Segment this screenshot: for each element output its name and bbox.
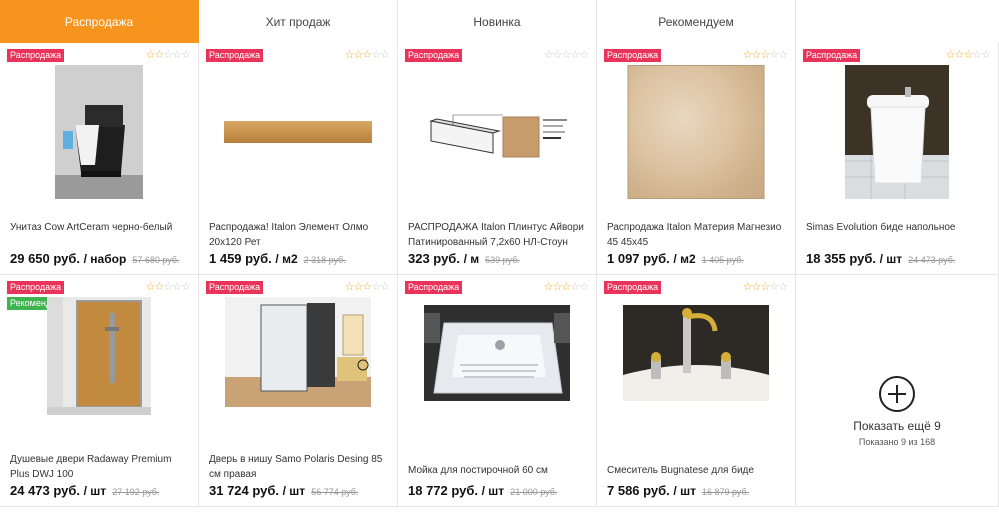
product-title[interactable]: Смеситель Bugnatese для биде bbox=[607, 463, 787, 478]
product-image[interactable] bbox=[623, 305, 769, 401]
product-grid: Распродажа ☆☆☆☆☆ Унитаз Cow ArtCeram чер… bbox=[0, 43, 999, 513]
product-card[interactable]: Распродажа ☆☆☆☆☆ Распродажа Italon Матер… bbox=[597, 43, 796, 275]
show-more-button[interactable]: Показать ещё 9 Показано 9 из 168 bbox=[796, 275, 999, 507]
product-title[interactable]: Распродажа! Italon Элемент Олмо 20х120 Р… bbox=[209, 220, 389, 250]
product-price: 24 473 руб. / шт 27 192 руб. bbox=[10, 483, 160, 498]
rating-stars: ☆☆☆☆☆ bbox=[145, 49, 191, 61]
old-price: 56 774 руб. bbox=[311, 487, 359, 497]
product-price: 323 руб. / м 539 руб. bbox=[408, 251, 520, 266]
old-price: 21 000 руб. bbox=[510, 487, 558, 497]
product-card[interactable]: Распродажа ☆☆☆☆☆ Унитаз Cow ArtCeram чер… bbox=[0, 43, 199, 275]
rating-stars: ☆☆☆☆☆ bbox=[945, 49, 991, 61]
rating-stars: ☆☆☆☆☆ bbox=[742, 49, 788, 61]
rating-stars: ☆☆☆☆☆ bbox=[543, 281, 589, 293]
tab-new[interactable]: Новинка bbox=[398, 0, 597, 43]
tab-bestseller[interactable]: Хит продаж bbox=[199, 0, 398, 43]
product-price: 18 772 руб. / шт 21 000 руб. bbox=[408, 483, 558, 498]
product-price: 31 724 руб. / шт 56 774 руб. bbox=[209, 483, 359, 498]
old-price: 1 405 руб. bbox=[701, 255, 744, 265]
sale-badge: Распродажа bbox=[405, 281, 463, 294]
show-more-label[interactable]: Показать ещё 9 bbox=[853, 419, 941, 433]
rating-stars: ☆☆☆☆☆ bbox=[344, 49, 390, 61]
product-price: 29 650 руб. / набор 57 680 руб. bbox=[10, 251, 180, 266]
product-price: 7 586 руб. / шт 16 879 руб. bbox=[607, 483, 750, 498]
product-card[interactable]: Распродажа ☆☆☆☆☆ Simas Evolution биде на… bbox=[796, 43, 999, 275]
product-price: 1 459 руб. / м2 2 318 руб. bbox=[209, 251, 346, 266]
product-image[interactable] bbox=[47, 297, 151, 415]
sale-badge: Распродажа bbox=[7, 281, 65, 294]
tab-sale[interactable]: Распродажа bbox=[0, 0, 199, 43]
old-price: 16 879 руб. bbox=[701, 487, 750, 497]
rating-stars: ☆☆☆☆☆ bbox=[742, 281, 788, 293]
shown-count: Показано 9 из 168 bbox=[858, 437, 936, 447]
product-image[interactable] bbox=[423, 111, 571, 163]
product-title[interactable]: Simas Evolution биде напольное bbox=[806, 220, 990, 235]
rating-stars: ☆☆☆☆☆ bbox=[543, 49, 589, 61]
plus-circle-icon[interactable] bbox=[879, 376, 915, 412]
product-image[interactable] bbox=[845, 65, 949, 199]
old-price: 57 680 руб. bbox=[132, 255, 180, 265]
product-title[interactable]: РАСПРОДАЖА Italon Плинтус Айвори Патинир… bbox=[408, 220, 588, 250]
product-card[interactable]: Распродажа Рекомендуем ☆☆☆☆☆ Душевые две… bbox=[0, 275, 199, 507]
rating-stars: ☆☆☆☆☆ bbox=[344, 281, 390, 293]
product-card[interactable]: Распродажа ☆☆☆☆☆ Распродажа! Italon Элем… bbox=[199, 43, 398, 275]
product-title[interactable]: Распродажа Italon Материя Магнезио 45 45… bbox=[607, 220, 787, 250]
old-price: 24 473 руб. bbox=[908, 255, 956, 265]
sale-badge: Распродажа bbox=[803, 49, 861, 62]
product-price: 18 355 руб. / шт 24 473 руб. bbox=[806, 251, 956, 266]
product-card[interactable]: Распродажа ☆☆☆☆☆ РАСПРОДАЖА Italon Плинт… bbox=[398, 43, 597, 275]
product-image[interactable] bbox=[424, 305, 570, 401]
sale-badge: Распродажа bbox=[7, 49, 65, 62]
sale-badge: Распродажа bbox=[206, 49, 264, 62]
rating-stars: ☆☆☆☆☆ bbox=[145, 281, 191, 293]
product-card[interactable]: Распродажа ☆☆☆☆☆ Дверь в нишу Samo Polar… bbox=[199, 275, 398, 507]
product-card[interactable]: Распродажа ☆☆☆☆☆ Смеситель Bugnatese для… bbox=[597, 275, 796, 507]
product-title[interactable]: Мойка для постирочной 60 см bbox=[408, 463, 588, 478]
product-image[interactable] bbox=[627, 65, 765, 199]
old-price: 539 руб. bbox=[485, 255, 520, 265]
tab-bar-spacer bbox=[796, 0, 999, 43]
product-card[interactable]: Распродажа ☆☆☆☆☆ Мойка для постирочной 6… bbox=[398, 275, 597, 507]
product-image[interactable] bbox=[55, 65, 143, 199]
sale-badge: Распродажа bbox=[206, 281, 264, 294]
old-price: 2 318 руб. bbox=[303, 255, 346, 265]
product-title[interactable]: Унитаз Cow ArtCeram черно-белый bbox=[10, 220, 190, 235]
product-title[interactable]: Дверь в нишу Samo Polaris Desing 85 см п… bbox=[209, 452, 389, 482]
product-price: 1 097 руб. / м2 1 405 руб. bbox=[607, 251, 744, 266]
product-image[interactable] bbox=[225, 297, 371, 407]
sale-badge: Распродажа bbox=[604, 281, 662, 294]
sale-badge: Распродажа bbox=[405, 49, 463, 62]
tab-bar: Распродажа Хит продаж Новинка Рекомендуе… bbox=[0, 0, 999, 43]
old-price: 27 192 руб. bbox=[112, 487, 160, 497]
sale-badge: Распродажа bbox=[604, 49, 662, 62]
tab-recommended[interactable]: Рекомендуем bbox=[597, 0, 796, 43]
product-title[interactable]: Душевые двери Radaway Premium Plus DWJ 1… bbox=[10, 452, 190, 482]
product-image[interactable] bbox=[224, 121, 372, 143]
